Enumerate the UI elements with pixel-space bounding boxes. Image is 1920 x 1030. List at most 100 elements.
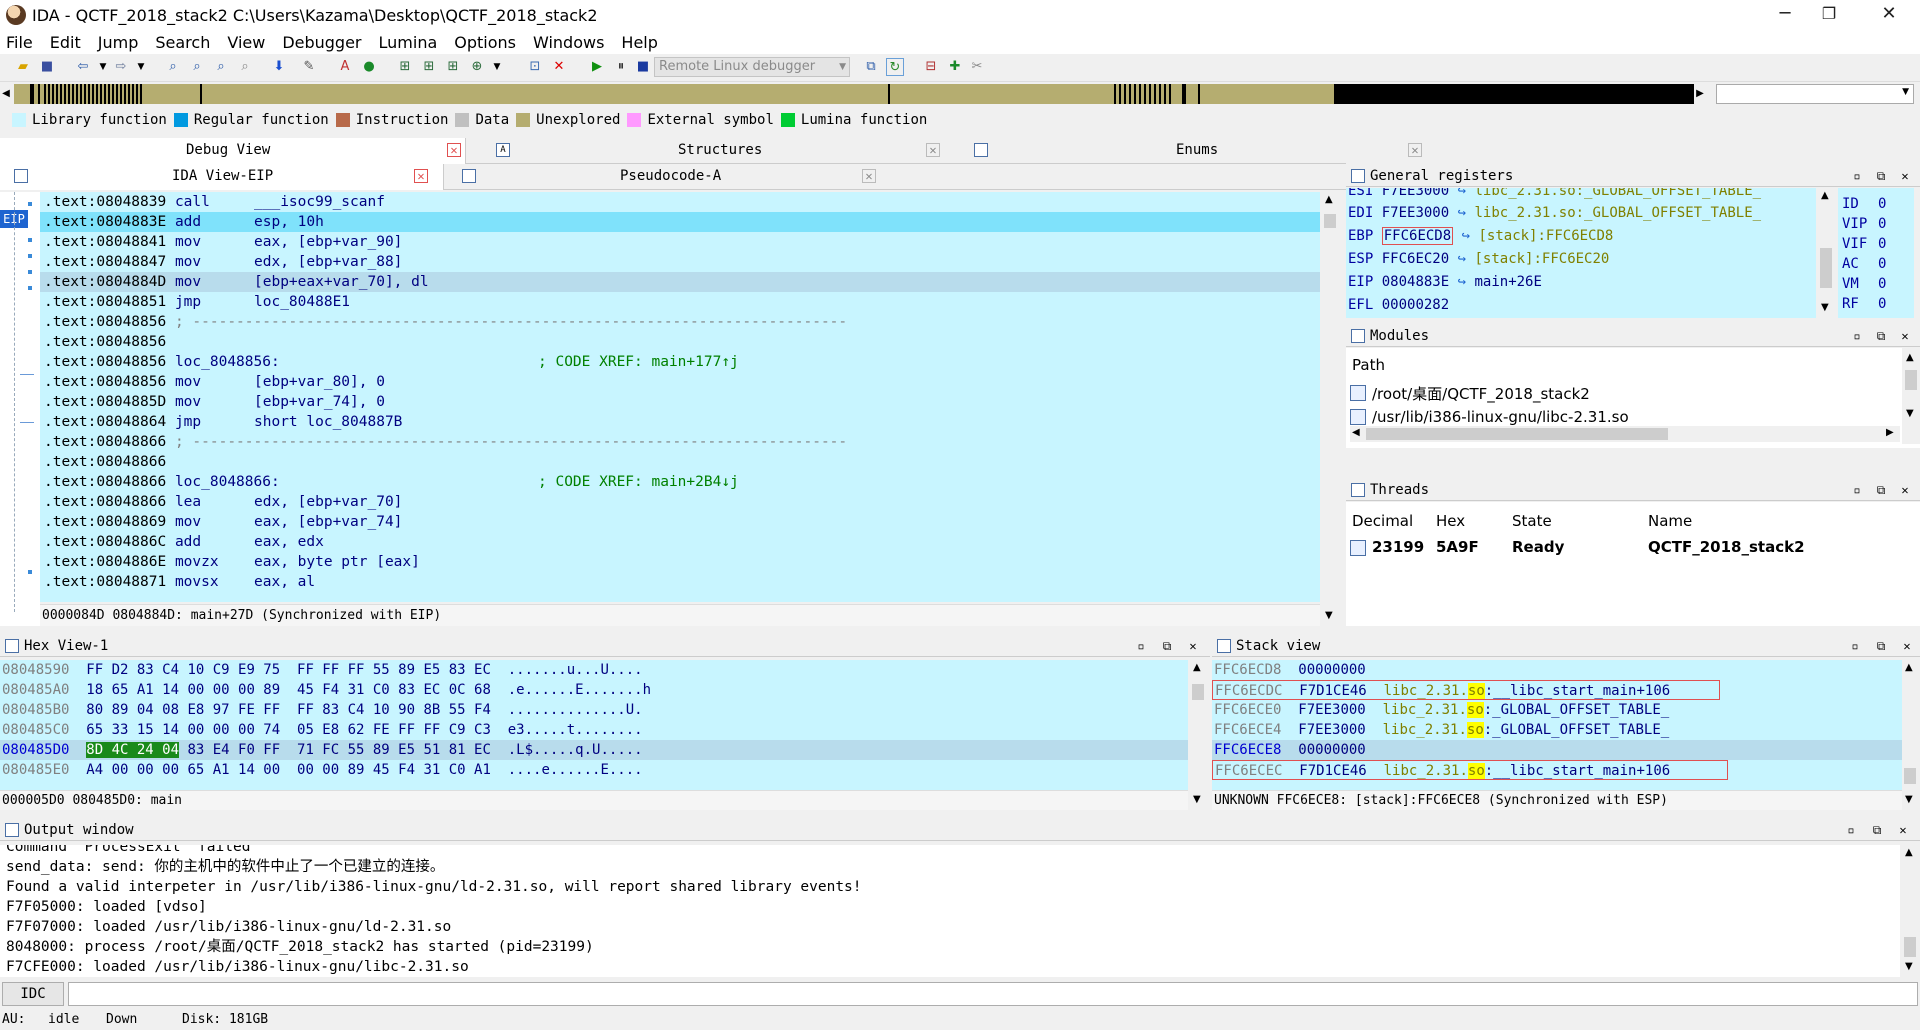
panel-float-icon[interactable]: ⧉ xyxy=(1872,326,1890,347)
threads-column-state[interactable]: State xyxy=(1512,512,1552,530)
disasm-line[interactable]: .text:0804885D mov [ebp+var_74], 0 xyxy=(44,392,385,412)
tab-debug-view[interactable]: Debug View ✕ xyxy=(0,138,466,164)
module-row[interactable]: /usr/lib/i386-linux-gnu/libc-2.31.so xyxy=(1350,406,1629,428)
panel-float-icon[interactable]: ⧉ xyxy=(1868,820,1886,841)
close-button[interactable]: ✕ xyxy=(1860,0,1918,30)
xref-dropdown-icon[interactable]: ▼ xyxy=(488,58,506,76)
disasm-line[interactable]: .text:08048847 mov edx, [ebp+var_88] xyxy=(44,252,402,272)
command-input[interactable] xyxy=(68,982,1918,1006)
registers-list[interactable]: ESI F7EE3000 ↪ libc_2.31.so:_GLOBAL_OFFS… xyxy=(1346,188,1816,318)
thread-row[interactable]: 23199 5A9F Ready QCTF_2018_stack2 xyxy=(1350,536,1890,558)
disasm-line[interactable]: .text:08048856 mov [ebp+var_80], 0 xyxy=(44,372,385,392)
register-row[interactable]: EDI F7EE3000 ↪ libc_2.31.so:_GLOBAL_OFFS… xyxy=(1348,202,1761,224)
panel-float-icon[interactable]: ⧉ xyxy=(1872,480,1890,501)
step-into-icon[interactable]: ↻ xyxy=(886,58,904,76)
close-tab-icon[interactable]: ✕ xyxy=(1408,143,1422,157)
back-icon[interactable]: ⇦ xyxy=(74,58,92,76)
breakpoints-icon[interactable]: ⊟ xyxy=(922,58,940,76)
trace-off-icon[interactable]: ✂ xyxy=(968,58,986,76)
menu-search[interactable]: Search xyxy=(155,33,210,52)
scroll-up-icon[interactable]: ▲ xyxy=(1905,847,1913,858)
stack-row[interactable]: FFC6ECDC F7D1CE46 libc_2.31.so:__libc_st… xyxy=(1212,680,1720,700)
disasm-line[interactable]: .text:08048866 xyxy=(44,452,166,472)
search-binary-icon[interactable]: ⌕ xyxy=(188,58,206,76)
search-next-icon[interactable]: ⌕ xyxy=(236,58,254,76)
disasm-line[interactable]: .text:08048841 mov eax, [ebp+var_90] xyxy=(44,232,402,252)
disassembly-listing[interactable]: .text:08048839 call ___isoc99_scanf .tex… xyxy=(40,192,1320,602)
menu-lumina[interactable]: Lumina xyxy=(379,33,438,52)
disasm-line[interactable]: .text:0804886C add eax, edx xyxy=(44,532,324,552)
disasm-line[interactable]: .text:08048866 ; -----------------------… xyxy=(44,432,847,452)
scroll-down-icon[interactable]: ▼ xyxy=(1905,794,1913,805)
disasm-line[interactable]: .text:08048856 xyxy=(44,332,166,352)
panel-close-icon[interactable]: ✕ xyxy=(1896,480,1914,501)
scroll-thumb[interactable] xyxy=(1904,937,1916,957)
disasm-line[interactable]: .text:0804886E movzx eax, byte ptr [eax] xyxy=(44,552,420,572)
close-tab-icon[interactable]: ✕ xyxy=(862,169,876,183)
stack-list[interactable]: FFC6ECD8 00000000 FFC6ECDC F7D1CE46 libc… xyxy=(1212,660,1902,790)
flag-row[interactable]: ID 0 xyxy=(1842,194,1886,214)
threads-column-name[interactable]: Name xyxy=(1648,512,1692,530)
scroll-up-icon[interactable]: ▲ xyxy=(1821,190,1829,201)
struct-add-icon[interactable]: ⊞ xyxy=(420,58,438,76)
module-row[interactable]: /root/桌面/QCTF_2018_stack2 xyxy=(1350,382,1590,404)
flag-row[interactable]: VM 0 xyxy=(1842,274,1886,294)
scroll-down-icon[interactable]: ▼ xyxy=(1325,610,1333,621)
disasm-line[interactable]: .text:08048864 jmp short loc_804887B xyxy=(44,412,402,432)
disasm-line[interactable]: .text:08048866 lea edx, [ebp+var_70] xyxy=(44,492,402,512)
hex-scrollbar[interactable]: ▲ ▼ xyxy=(1190,660,1206,810)
patch-icon[interactable]: ✎ xyxy=(300,58,318,76)
scroll-up-icon[interactable]: ▲ xyxy=(1325,194,1333,205)
hex-row[interactable]: 080485E0 A4 00 00 00 65 A1 14 00 00 00 8… xyxy=(2,760,643,780)
maximize-button[interactable]: ❐ xyxy=(1800,0,1858,30)
threads-column-hex[interactable]: Hex xyxy=(1436,512,1465,530)
nav-right-arrow-icon[interactable]: ▶ xyxy=(1694,84,1706,104)
scroll-thumb[interactable] xyxy=(1366,428,1668,440)
pause-icon[interactable]: ⏸ xyxy=(612,58,630,76)
scroll-down-icon[interactable]: ▼ xyxy=(1905,961,1913,972)
panel-menu-icon[interactable]: ▫ xyxy=(1848,326,1866,347)
scroll-down-icon[interactable]: ▼ xyxy=(1906,408,1914,419)
hex-row-selected[interactable]: 080485D0 8D 4C 24 04 83 E4 F0 FF 71 FC 5… xyxy=(0,740,1188,760)
close-tab-icon[interactable]: ✕ xyxy=(447,143,461,157)
scroll-thumb[interactable] xyxy=(1192,684,1204,700)
threads-list[interactable]: Decimal Hex State Name 23199 5A9F Ready … xyxy=(1346,502,1920,626)
delete-icon[interactable]: ✕ xyxy=(550,58,568,76)
scroll-down-icon[interactable]: ▼ xyxy=(1821,302,1829,313)
disasm-scrollbar[interactable]: ▲ ▼ xyxy=(1322,192,1338,626)
open-icon[interactable]: ▰ xyxy=(14,58,32,76)
panel-float-icon[interactable]: ⧉ xyxy=(1158,636,1176,657)
nav-left-arrow-icon[interactable]: ◀ xyxy=(0,84,12,104)
segment-select[interactable]: ▼ xyxy=(1716,84,1914,104)
panel-close-icon[interactable]: ✕ xyxy=(1184,636,1202,657)
panel-menu-icon[interactable]: ▫ xyxy=(1132,636,1150,657)
disasm-line[interactable]: .text:08048856 loc_8048856:; CODE XREF: … xyxy=(44,352,739,372)
scroll-thumb[interactable] xyxy=(1820,248,1832,288)
stack-row[interactable]: FFC6ECE4 F7EE3000 libc_2.31.so:_GLOBAL_O… xyxy=(1214,720,1669,740)
register-row[interactable]: EFL 00000282 xyxy=(1348,294,1449,316)
menu-file[interactable]: File xyxy=(6,33,33,52)
attach-icon[interactable]: ⧉ xyxy=(862,58,880,76)
scroll-up-icon[interactable]: ▲ xyxy=(1193,662,1201,673)
scroll-left-icon[interactable]: ◀ xyxy=(1352,427,1360,438)
scroll-down-icon[interactable]: ▼ xyxy=(1193,794,1201,805)
disasm-line-selected[interactable]: .text:0804884D mov [ebp+eax+var_70], dl xyxy=(40,272,1320,292)
debugger-select[interactable]: Remote Linux debugger ▼ xyxy=(654,57,850,77)
tracing-icon[interactable]: ✚ xyxy=(946,58,964,76)
hex-row[interactable]: 080485B0 80 89 04 08 E8 97 FE FF FF 83 C… xyxy=(2,700,643,720)
enum-add-icon[interactable]: ⊞ xyxy=(444,58,462,76)
panel-close-icon[interactable]: ✕ xyxy=(1896,166,1914,187)
forward-icon[interactable]: ⇨ xyxy=(112,58,130,76)
register-row[interactable]: EIP 0804883E ↪ main+26E xyxy=(1348,271,1542,293)
scroll-right-icon[interactable]: ▶ xyxy=(1886,427,1894,438)
disasm-line[interactable]: .text:08048869 mov eax, [ebp+var_74] xyxy=(44,512,402,532)
stop-icon[interactable]: ■ xyxy=(634,58,652,76)
tab-structures[interactable]: A Structures ✕ xyxy=(468,138,946,164)
xref-icon[interactable]: ⊕ xyxy=(468,58,486,76)
idc-button[interactable]: IDC xyxy=(2,982,64,1006)
output-log[interactable]: Command "ProcessExit" failed send_data: … xyxy=(0,845,1900,977)
disasm-line-current[interactable]: .text:0804883E add esp, 10h xyxy=(40,212,1320,232)
menu-help[interactable]: Help xyxy=(621,33,657,52)
jump-down-icon[interactable]: ⬇ xyxy=(270,58,288,76)
menu-jump[interactable]: Jump xyxy=(98,33,139,52)
